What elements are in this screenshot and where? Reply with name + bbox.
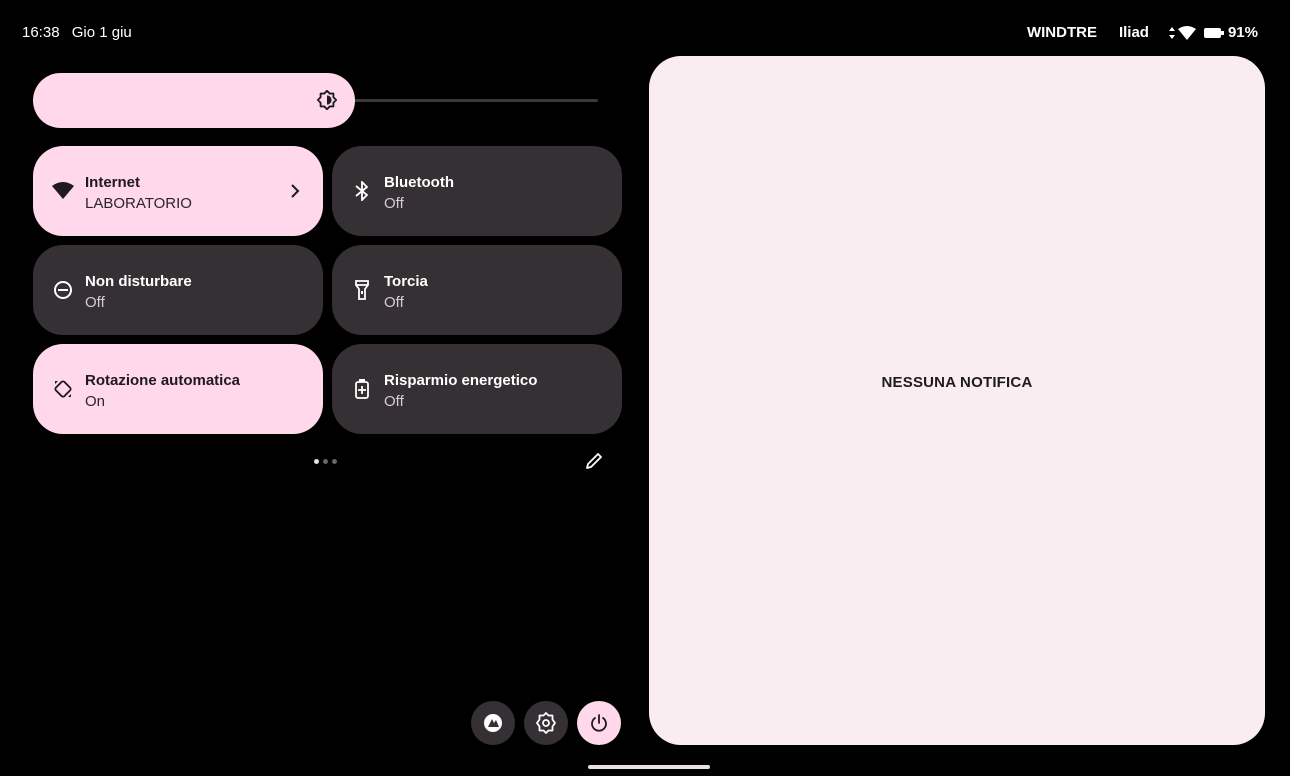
signal-group [1168,25,1196,40]
tile-title: Bluetooth [384,174,454,191]
settings-button[interactable] [524,701,568,745]
page-indicator [314,459,341,464]
tile-subtitle: LABORATORIO [85,195,192,212]
battery-saver-icon [350,377,374,401]
user-switch-icon [484,714,502,732]
tile-battery-saver-text: Risparmio energetico Off [384,372,537,412]
battery-percent: 91% [1227,24,1258,41]
do-not-disturb-icon [51,278,75,302]
power-button[interactable] [577,701,621,745]
auto-rotate-icon [51,377,75,401]
battery-group: 91% [1203,24,1258,41]
page-dot-active [314,459,319,464]
tile-title: Non disturbare [85,273,192,290]
page-dot [323,459,328,464]
tile-subtitle: Off [85,294,105,311]
no-notifications-text: NESSUNA NOTIFICA [881,373,1033,391]
user-switch-button[interactable] [471,701,515,745]
tile-bluetooth[interactable]: Bluetooth Off [332,146,622,236]
wifi-icon [1177,25,1196,40]
tile-do-not-disturb[interactable]: Non disturbare Off [33,245,323,335]
brightness-slider-thumb[interactable] [33,73,355,128]
tile-title: Torcia [384,273,428,290]
tile-flashlight-text: Torcia Off [384,273,428,313]
carrier-2: Iliad [1118,24,1149,41]
tile-auto-rotate[interactable]: Rotazione automatica On [33,344,323,434]
tile-title: Internet [85,174,141,191]
wifi-icon [51,179,75,203]
tile-battery-saver[interactable]: Risparmio energetico Off [332,344,622,434]
home-handle[interactable] [588,765,710,769]
tile-internet-text: Internet LABORATORIO [85,174,192,214]
flashlight-icon [350,278,374,302]
tile-subtitle: Off [384,195,404,212]
bluetooth-icon [350,179,374,203]
tile-rotate-text: Rotazione automatica On [85,372,240,412]
status-date: Gio 1 giu [71,24,132,41]
tile-bluetooth-text: Bluetooth Off [384,174,454,214]
tile-title: Risparmio energetico [384,372,538,389]
status-time: 16:38 [22,24,60,41]
status-icons: WINDTRE Iliad 91% [1027,24,1258,41]
settings-icon [536,712,556,734]
page-dot [332,459,337,464]
carrier-1: WINDTRE [1026,24,1097,41]
tile-subtitle: Off [384,294,404,311]
tile-internet[interactable]: Internet LABORATORIO [33,146,323,236]
notification-panel: NESSUNA NOTIFICA [649,56,1265,745]
status-bar: 16:38 Gio 1 giu WINDTRE Iliad 91% [0,0,1290,56]
status-time-date: 16:38 Gio 1 giu [22,24,132,41]
tile-subtitle: On [85,393,106,410]
chevron-right-icon[interactable] [287,179,303,203]
tile-title: Rotazione automatica [85,372,241,389]
battery-icon [1203,27,1224,38]
brightness-icon [316,89,338,111]
data-arrows-icon [1168,26,1175,39]
power-icon [591,714,607,732]
tile-dnd-text: Non disturbare Off [85,273,192,313]
edit-icon[interactable] [584,451,604,471]
brightness-slider-track[interactable] [340,99,598,102]
tile-flashlight[interactable]: Torcia Off [332,245,622,335]
tile-subtitle: Off [384,393,404,410]
